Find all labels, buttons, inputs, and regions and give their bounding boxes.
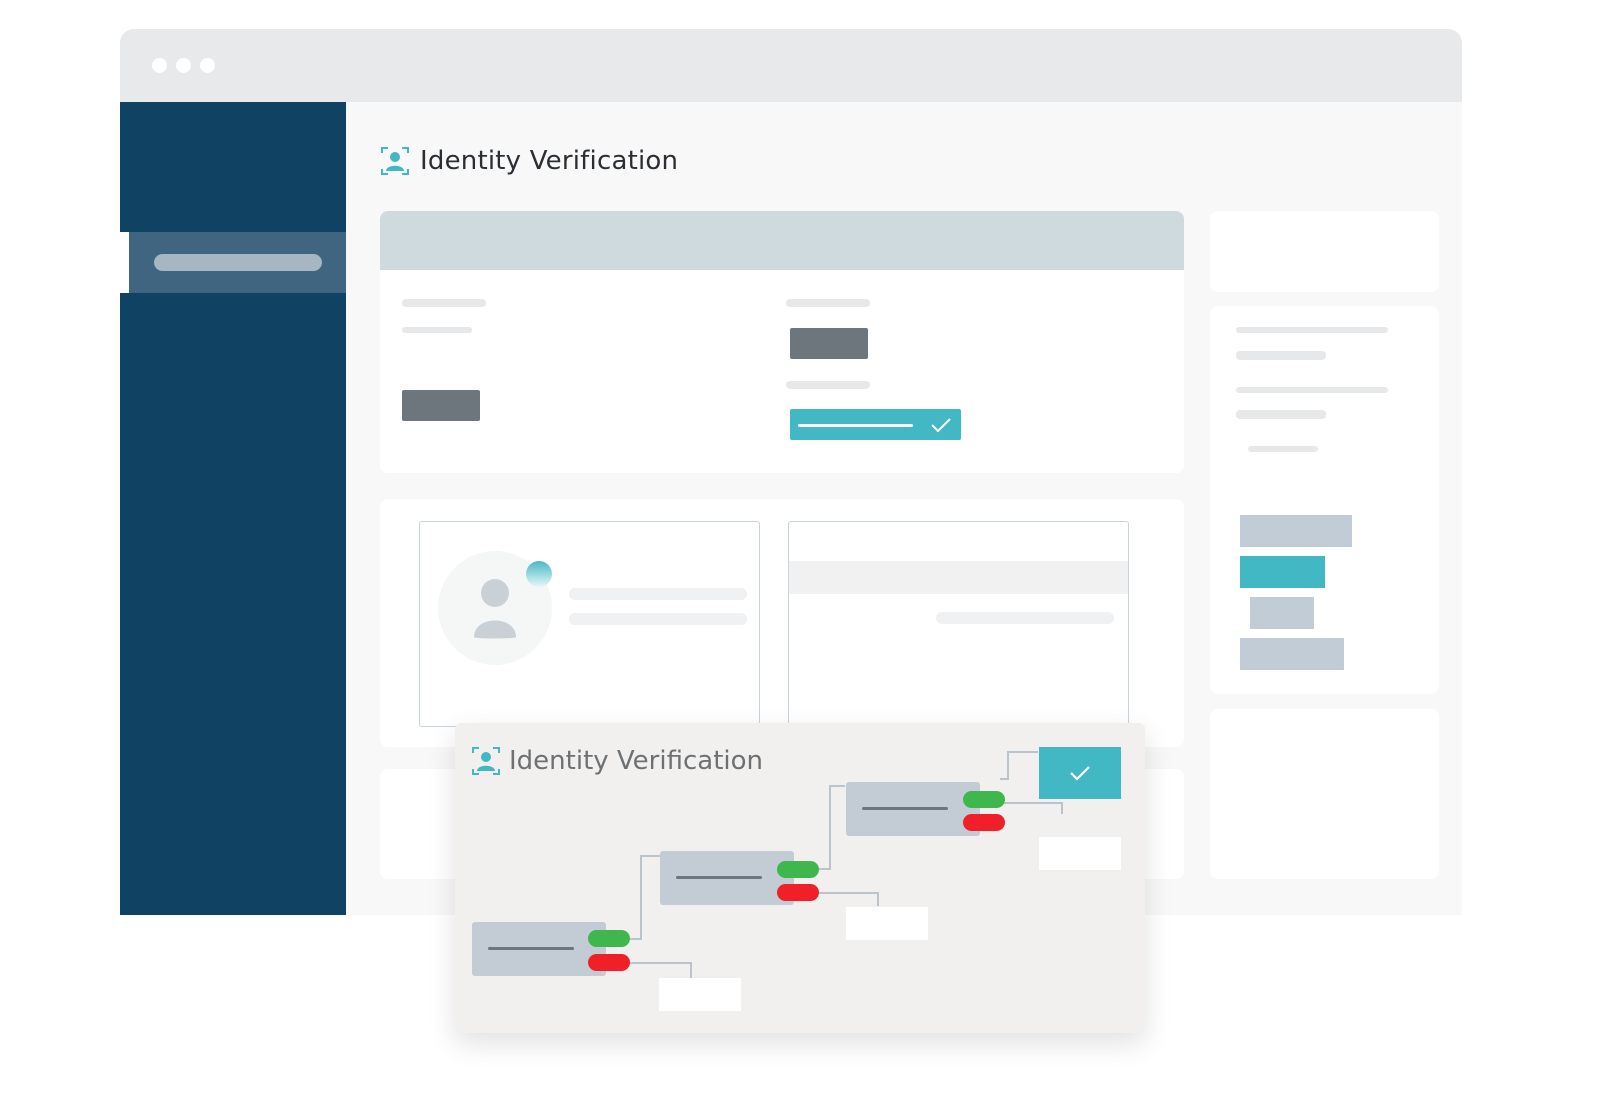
fail-outcome-box[interactable] (659, 978, 741, 1011)
sidebar-item-active[interactable] (120, 232, 346, 293)
list-block[interactable] (1240, 638, 1344, 670)
gray-button[interactable] (402, 390, 480, 421)
verified-status-button[interactable] (790, 409, 961, 440)
text-placeholder (1236, 410, 1326, 419)
pass-branch-pill[interactable] (963, 791, 1005, 808)
fail-outcome-box[interactable] (846, 907, 928, 940)
fail-outcome-box[interactable] (1039, 837, 1121, 870)
page-header: Identity Verification (380, 141, 678, 181)
text-placeholder (936, 612, 1114, 624)
workflow-node[interactable] (846, 782, 980, 836)
sidebar-active-indicator (120, 232, 129, 293)
text-placeholder (569, 613, 747, 625)
document-panel (788, 521, 1129, 727)
workflow-node[interactable] (660, 851, 794, 905)
window-dot-icon[interactable] (176, 58, 191, 73)
list-block[interactable] (1240, 515, 1352, 547)
sidebar (120, 102, 346, 915)
field-label-placeholder (402, 299, 486, 307)
verification-card (380, 499, 1184, 747)
status-label-placeholder (798, 424, 913, 427)
field-value-placeholder (402, 327, 472, 333)
text-placeholder (1236, 327, 1388, 333)
details-card (380, 211, 1184, 473)
window-titlebar (120, 29, 1462, 102)
fail-branch-pill[interactable] (963, 814, 1005, 831)
text-placeholder (1248, 446, 1318, 452)
details-card-header (380, 211, 1184, 270)
user-profile-panel (419, 521, 760, 727)
pass-branch-pill[interactable] (588, 930, 630, 947)
list-block[interactable] (1250, 597, 1314, 629)
checkmark-icon (931, 418, 951, 433)
window-dot-icon[interactable] (200, 58, 215, 73)
fail-branch-pill[interactable] (588, 954, 630, 971)
pass-branch-pill[interactable] (777, 861, 819, 878)
node-label-placeholder (676, 876, 762, 879)
node-label-placeholder (862, 807, 948, 810)
checkmark-icon (1070, 766, 1090, 781)
node-label-placeholder (488, 947, 574, 950)
list-block-active[interactable] (1240, 556, 1325, 588)
field-label-placeholder (786, 381, 870, 389)
text-placeholder (1236, 387, 1388, 393)
text-placeholder (569, 588, 747, 600)
document-panel-header (789, 561, 1128, 594)
page-title: Identity Verification (420, 146, 679, 176)
field-label-placeholder (786, 299, 870, 307)
identity-icon (381, 147, 409, 175)
right-card-bottom (1210, 709, 1439, 879)
text-placeholder (1236, 351, 1326, 360)
status-indicator-icon (526, 561, 552, 587)
workflow-overlay: Identity Verification (455, 723, 1145, 1033)
workflow-node[interactable] (472, 922, 606, 976)
window-dot-icon[interactable] (152, 58, 167, 73)
right-card-summary (1210, 306, 1439, 694)
sidebar-item-label-placeholder (154, 254, 322, 271)
fail-branch-pill[interactable] (777, 884, 819, 901)
right-card-top (1210, 211, 1439, 292)
success-outcome-box[interactable] (1039, 747, 1121, 799)
gray-button[interactable] (790, 328, 868, 359)
